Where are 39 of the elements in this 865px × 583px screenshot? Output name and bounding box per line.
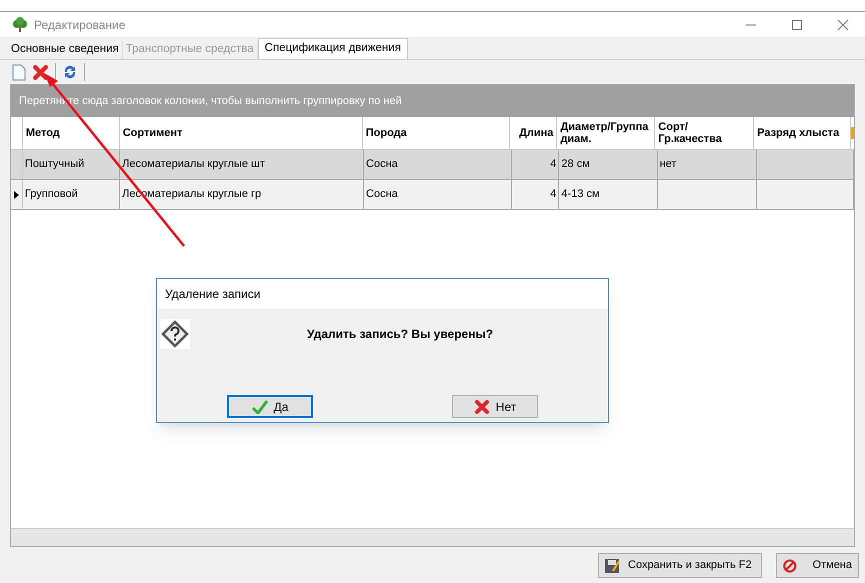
window-title: Редактирование xyxy=(34,16,126,34)
close-icon xyxy=(32,64,49,80)
table-row[interactable]: Поштучный Лесоматериалы круглые шт Сосна 4 28 см нет xyxy=(11,150,854,180)
checkmark-icon xyxy=(252,400,268,414)
no-button[interactable]: Нет xyxy=(452,395,538,418)
table-cell-text: Лесоматериалы круглые шт xyxy=(122,157,265,172)
tab[interactable]: Основные сведения xyxy=(8,41,123,59)
table-cell-text: 4-13 см xyxy=(561,187,600,202)
table-cell-text: нет xyxy=(660,157,676,172)
save-close-button[interactable]: Сохранить и закрыть F2 xyxy=(598,553,762,578)
table-cell-text: 4 xyxy=(550,187,556,202)
column-header[interactable]: Сортимент xyxy=(120,117,363,149)
column-header[interactable]: Диаметр/Группа диам. xyxy=(557,117,656,149)
table-cell-text: Поштучный xyxy=(24,157,84,172)
tree-icon xyxy=(12,16,28,32)
question-icon xyxy=(160,319,190,349)
no-entry-icon xyxy=(783,558,797,574)
refresh-icon[interactable] xyxy=(62,64,78,80)
column-header[interactable]: Сорт/Гр.качества xyxy=(655,117,754,149)
close-icon[interactable] xyxy=(837,18,849,30)
dialog-title: Удаление записи xyxy=(165,286,260,303)
cancel-button[interactable]: Отмена xyxy=(776,553,859,578)
save-icon xyxy=(604,558,620,574)
tab[interactable]: Спецификация движения xyxy=(258,38,408,59)
table-cell-text: Сосна xyxy=(366,157,398,172)
column-header[interactable]: Длина xyxy=(510,117,558,149)
column-header[interactable]: Метод xyxy=(22,117,120,149)
table-cell-text: Сосна xyxy=(366,187,398,202)
table-cell-text: 4 xyxy=(550,157,556,172)
column-header[interactable]: Порода xyxy=(362,117,510,149)
yes-button[interactable]: Да xyxy=(227,395,313,418)
maximize-icon[interactable] xyxy=(791,18,803,30)
table-cell-text: Групповой xyxy=(24,187,78,202)
table-cell-text: 28 см xyxy=(561,157,590,172)
close-icon xyxy=(474,398,490,414)
horizontal-scrollbar[interactable] xyxy=(11,528,854,546)
dialog-message: Удалить запись? Вы уверены? xyxy=(307,326,494,343)
new-document-icon[interactable] xyxy=(12,64,26,80)
delete-button[interactable] xyxy=(32,64,49,80)
